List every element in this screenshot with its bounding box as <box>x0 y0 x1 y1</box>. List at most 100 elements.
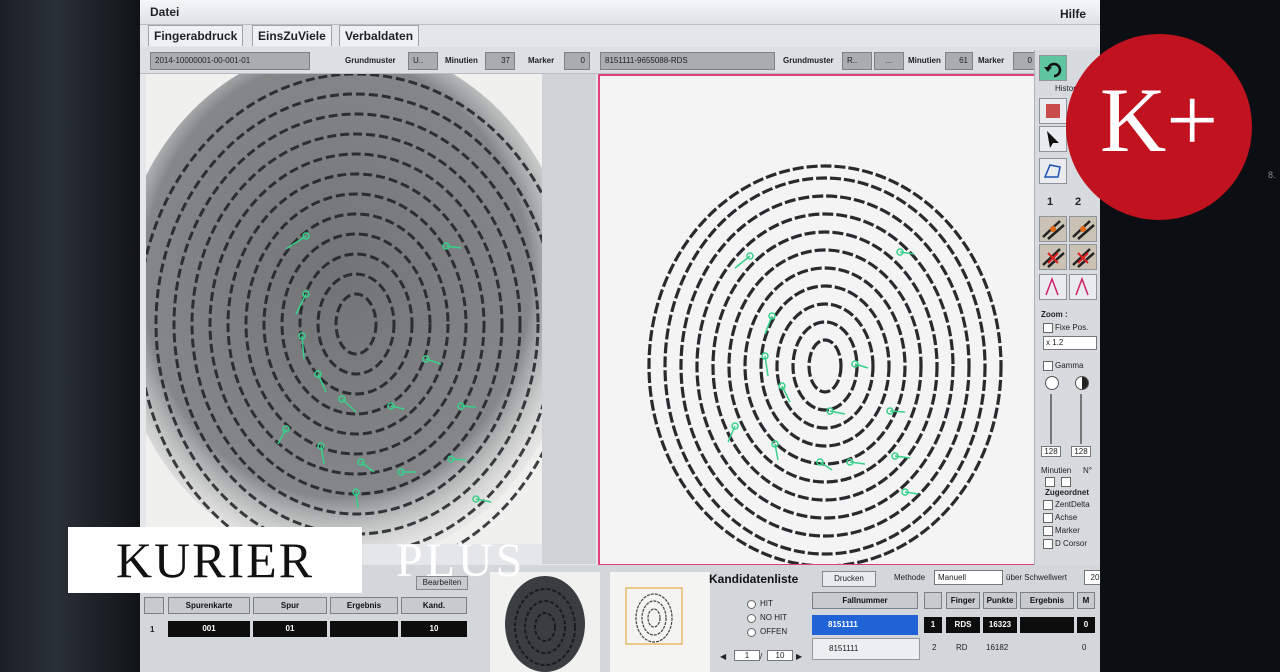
angle-marker-icon <box>1045 276 1059 296</box>
left-minutien-label: Minutien <box>445 56 478 65</box>
minutien-checkbox-2[interactable] <box>1061 477 1071 487</box>
menu-help[interactable]: Hilfe <box>1060 7 1086 21</box>
marker-tool-2[interactable] <box>1069 274 1097 300</box>
header-punkte[interactable]: Punkte <box>983 592 1017 609</box>
brightness-value[interactable]: 128 <box>1041 446 1061 457</box>
radio-offen-label: OFFEN <box>760 627 788 636</box>
radio-nohit[interactable] <box>747 614 756 623</box>
minutia-tool-2a[interactable] <box>1069 216 1097 242</box>
zugeordnet-label: Zugeordnet <box>1045 488 1089 497</box>
header-spur[interactable]: Spur <box>253 597 327 614</box>
header-kand[interactable]: Kand. <box>401 597 467 614</box>
minutia-edit-icon <box>1042 220 1065 240</box>
reference-fingerprint-image <box>647 164 1003 564</box>
minutien-checkbox-1[interactable] <box>1045 477 1055 487</box>
number-label: N° <box>1083 466 1092 475</box>
header-result[interactable]: Ergebnis <box>1020 592 1074 609</box>
reference-thumbnail[interactable] <box>610 572 710 672</box>
dcursor-label: D Corsor <box>1055 539 1088 548</box>
marker-tool-1[interactable] <box>1039 274 1067 300</box>
left-minutien-value: 37 <box>485 52 515 70</box>
left-grundmuster-label: Grundmuster <box>345 56 396 65</box>
candidate-row[interactable]: 8151111 <box>812 638 920 660</box>
brightness-slider[interactable] <box>1050 394 1052 444</box>
achse-label: Achse <box>1055 513 1078 522</box>
pager-prev-icon[interactable]: ◀ <box>720 652 726 661</box>
minutien-label: Minutien <box>1041 466 1072 475</box>
marker-checkbox[interactable] <box>1043 526 1053 536</box>
achse-checkbox[interactable] <box>1043 513 1053 523</box>
trace-cell-kand[interactable]: 10 <box>401 621 467 637</box>
tab-verbaldaten[interactable]: Verbaldaten <box>339 25 420 46</box>
header-m[interactable]: M <box>1077 592 1095 609</box>
undo-button[interactable] <box>1039 55 1067 81</box>
reference-print-panel[interactable] <box>598 74 1049 566</box>
zentdelta-label: ZentDelta <box>1055 500 1090 509</box>
tab-fingerabdruck[interactable]: Fingerabdruck <box>148 25 244 46</box>
side-text: 8. <box>1268 170 1276 180</box>
header-fallnummer[interactable]: Fallnummer <box>812 592 918 609</box>
minutia-tool-1b[interactable] <box>1039 244 1067 270</box>
print-button[interactable]: Drucken <box>822 571 876 587</box>
radio-hit[interactable] <box>747 600 756 609</box>
candidate-row-selected[interactable]: 8151111 <box>812 615 918 635</box>
pager-next-icon[interactable]: ▶ <box>796 652 802 661</box>
fixe-pos-checkbox[interactable] <box>1043 323 1053 333</box>
plus-logo-text: PLUS <box>396 534 526 587</box>
detail-index: 2 <box>932 643 937 652</box>
detail-punkte[interactable]: 16182 <box>986 643 1008 652</box>
detail-punkte[interactable]: 16323 <box>983 617 1017 633</box>
contrast-icon <box>1075 376 1089 390</box>
detail-finger[interactable]: RDS <box>946 617 980 633</box>
radio-offen[interactable] <box>747 628 756 637</box>
trace-cell-ergebnis[interactable] <box>330 621 398 637</box>
right-grundmuster-extra[interactable]: ... <box>874 52 904 70</box>
header-finger[interactable]: Finger <box>946 592 980 609</box>
right-minutien-value: 61 <box>945 52 973 70</box>
header-spurenkarte[interactable]: Spurenkarte <box>168 597 250 614</box>
marker-label: Marker <box>1055 526 1080 535</box>
method-select[interactable]: Manuell <box>934 570 1003 585</box>
right-minutien-label: Minutien <box>908 56 941 65</box>
detail-result[interactable] <box>1020 617 1074 633</box>
contrast-value[interactable]: 128 <box>1071 446 1091 457</box>
tool-num-2: 2 <box>1075 196 1082 208</box>
right-grundmuster-value: R.. <box>842 52 872 70</box>
shape-tool-button[interactable] <box>1039 158 1067 184</box>
minutia-edit-icon <box>1072 220 1095 240</box>
tab-einszuviele[interactable]: EinsZuViele <box>252 25 332 46</box>
menu-bar: Datei Hilfe <box>140 0 1100 25</box>
dcursor-checkbox[interactable] <box>1043 539 1053 549</box>
trace-cell-spurenkarte[interactable]: 001 <box>168 621 250 637</box>
save-icon <box>1046 104 1060 118</box>
detail-finger[interactable]: RD <box>956 643 968 652</box>
candidate-fallnummer: 8151111 <box>828 620 858 629</box>
contrast-slider[interactable] <box>1080 394 1082 444</box>
pager-current[interactable]: 1 <box>734 650 760 661</box>
menu-file[interactable]: Datei <box>150 5 179 19</box>
candidates-title: Kandidatenliste <box>709 572 799 586</box>
zoom-select[interactable]: x 1.2 <box>1043 336 1097 350</box>
brightness-icon <box>1045 376 1059 390</box>
header-ergebnis[interactable]: Ergebnis <box>330 597 398 614</box>
gamma-label: Gamma <box>1055 361 1084 370</box>
minutia-tool-2b[interactable] <box>1069 244 1097 270</box>
minutia-tool-1a[interactable] <box>1039 216 1067 242</box>
left-marker-value: 0 <box>564 52 590 70</box>
left-grundmuster-value: U.. <box>408 52 438 70</box>
threshold-value[interactable]: 20 <box>1084 570 1100 585</box>
panel-divider <box>542 74 596 564</box>
threshold-label: über Schwellwert <box>1006 573 1067 582</box>
latent-print-panel[interactable] <box>146 74 542 544</box>
detail-m: 0 <box>1077 617 1095 633</box>
trace-cell-spur[interactable]: 01 <box>253 621 327 637</box>
tool-num-1: 1 <box>1047 196 1054 208</box>
save-button[interactable] <box>1039 98 1067 124</box>
gamma-checkbox[interactable] <box>1043 361 1053 371</box>
pointer-tool-button[interactable] <box>1039 126 1067 152</box>
right-grundmuster-label: Grundmuster <box>783 56 834 65</box>
latent-fingerprint-image <box>146 74 542 544</box>
zentdelta-checkbox[interactable] <box>1043 500 1053 510</box>
kplus-badge-text: K+ <box>1099 69 1219 171</box>
detail-index: 1 <box>924 617 942 633</box>
